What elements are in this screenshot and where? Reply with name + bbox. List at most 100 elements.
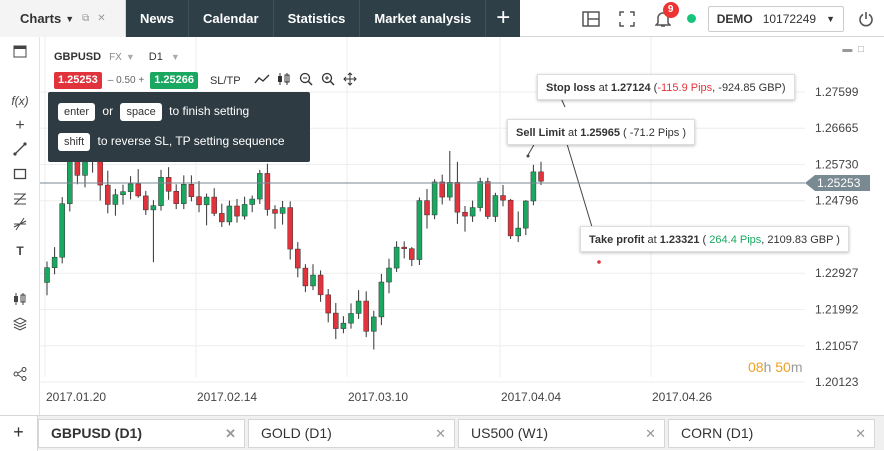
current-price-text: 1.25253 [817,176,861,190]
candle [287,201,293,260]
notifications-button[interactable]: 9 [645,0,681,37]
nav-market-analysis[interactable]: Market analysis [360,0,487,37]
candle [105,170,111,214]
x-tick-label: 2017.04.04 [501,390,561,404]
candle-body [317,274,324,296]
candle [515,211,521,243]
candle [355,290,362,319]
close-icon[interactable]: ✕ [645,420,656,447]
move-icon[interactable] [339,72,361,89]
chevron-down-icon[interactable]: ▼ [171,52,180,62]
candle-body [211,196,217,214]
chart-tab[interactable]: GOLD (D1) ✕ [248,419,455,448]
candle [431,179,438,220]
layers-icon[interactable] [8,317,32,335]
rectangle-icon[interactable] [8,167,32,185]
candlestick-icon[interactable] [273,72,295,89]
instrument-symbol[interactable]: GBPUSD [54,51,101,63]
chart-type-icon[interactable] [8,45,32,63]
chart-tab[interactable]: GBPUSD (D1) ✕ [38,419,245,448]
candle [454,161,461,224]
tp-title: Take profit [589,234,645,246]
detach-icon[interactable]: ⧉ [82,13,89,24]
spread-number: 0.50 [116,75,136,86]
line-chart-icon[interactable] [251,73,273,88]
sltp-button[interactable]: SL/TP [210,75,241,87]
chart-area[interactable]: 1.27599 1.26665 1.25730 1.24796 1.22927 1.219… [40,37,884,415]
zoom-out-icon[interactable] [295,72,317,89]
candle [507,199,514,239]
candle [523,200,529,236]
candle [538,161,544,186]
nav-news[interactable]: News [126,0,189,37]
candle-body [439,181,445,198]
chart-tab[interactable]: CORN (D1) ✕ [668,419,875,448]
candles-icon[interactable] [8,292,32,310]
buy-price-button[interactable]: 1.25266 [150,72,198,89]
minimize-icon[interactable]: ▬ [842,44,852,55]
nav-statistics[interactable]: Statistics [274,0,361,37]
power-icon[interactable] [848,0,884,37]
timeframe-selector[interactable]: D1 [149,51,163,63]
candle [135,169,141,198]
candle [257,169,263,205]
account-selector[interactable]: DEMO 10172249 ▼ [707,5,844,32]
chart-tab[interactable]: US500 (W1) ✕ [458,419,665,448]
enter-key: enter [58,103,96,121]
candle-body [485,181,491,217]
maximize-icon[interactable]: □ [858,44,864,55]
y-tick-label: 1.24796 [815,194,859,208]
zoom-in-icon[interactable] [317,72,339,89]
candle-body [500,195,506,201]
candle-body [538,171,544,182]
candle [234,199,240,223]
indicators-icon[interactable]: f(x) [8,92,32,110]
charts-menu[interactable]: Charts ▼ ⧉ ✕ [0,0,126,37]
candle-body [127,183,134,192]
sell-price-button[interactable]: 1.25253 [54,72,102,89]
close-icon[interactable]: ✕ [435,420,446,447]
candle [492,192,499,222]
nav-calendar[interactable]: Calendar [189,0,274,37]
candle-body [530,171,537,202]
candle-body [393,246,400,269]
candle-body [447,182,453,198]
pitchfork-icon[interactable] [8,217,32,235]
fibonacci-icon[interactable] [8,192,32,210]
stop-loss-label[interactable]: Stop loss at 1.27124 (-115.9 Pips, -924.… [537,74,795,100]
close-icon[interactable]: ✕ [97,13,105,24]
x-tick-label: 2017.02.14 [197,390,257,404]
add-chart-button[interactable]: + [0,416,38,451]
add-tab-button[interactable]: + [486,0,521,37]
slim-pips: -71.2 Pips [629,127,680,139]
candle-body [165,177,172,192]
candle-countdown: 08h 50m [748,359,803,375]
sl-at: at [598,82,608,94]
candle-body [363,300,369,332]
candle-body [492,195,499,217]
candle-body [120,191,126,196]
take-profit-label[interactable]: Take profit at 1.23321 ( 264.4 Pips, 210… [580,226,849,252]
trend-line-icon[interactable] [8,142,32,160]
close-icon[interactable]: ✕ [225,420,236,447]
close-icon[interactable]: ✕ [855,420,866,447]
candle-body [226,205,233,223]
candle-body [44,267,50,283]
chart-tab-label: GOLD (D1) [261,425,332,441]
candle [143,190,149,215]
text-tool-icon[interactable]: T [8,242,32,260]
take-profit-marker [597,260,601,264]
candle [150,200,157,263]
candle-body [340,322,347,329]
candle-body [264,173,271,210]
share-icon[interactable] [8,367,32,385]
chevron-down-icon[interactable]: ▼ [126,52,135,62]
candle [127,176,134,200]
y-tick-label: 1.22927 [815,266,859,280]
candle-body [203,196,210,206]
layout-icon[interactable] [573,0,609,37]
fullscreen-icon[interactable] [609,0,645,37]
sell-limit-label[interactable]: Sell Limit at 1.25965 ( -71.2 Pips ) [507,119,696,145]
crosshair-icon[interactable]: + [8,117,32,135]
candle-body [477,181,483,208]
